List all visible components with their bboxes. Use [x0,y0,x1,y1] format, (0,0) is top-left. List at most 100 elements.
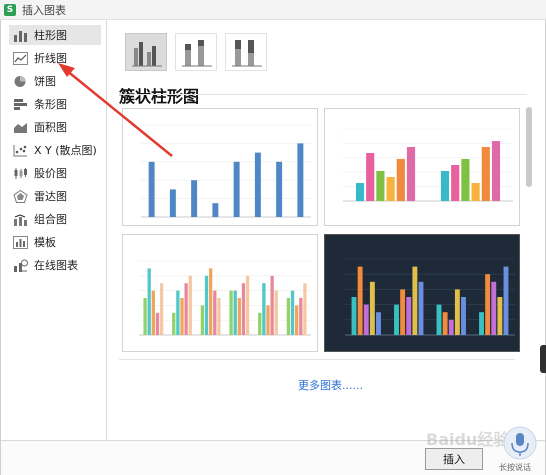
sidebar-item-line[interactable]: 折线图 [9,48,101,68]
sidebar-item-label: 饼图 [34,75,56,88]
subtype-percent-stacked-column[interactable] [225,33,267,71]
sidebar-item-label: 柱形图 [34,29,67,42]
column-chart-icon [14,30,27,42]
bar [400,289,406,335]
bar [233,290,237,335]
bar [254,152,261,217]
bar [479,312,484,335]
bar [286,298,291,335]
chart-thumbnail-4[interactable] [324,234,520,352]
bar-chart-icon [14,98,27,110]
sidebar-item-label: 组合图 [34,213,67,226]
sidebar-item-label: 在线图表 [34,259,78,272]
bar [229,290,233,335]
bar [258,312,262,335]
sidebar-item-radar[interactable]: 雷达图 [9,186,101,206]
sidebar-item-label: 模板 [34,236,56,249]
bar [406,147,416,201]
sidebar-item-column[interactable]: 柱形图 [9,25,101,45]
sidebar-item-area[interactable]: 面积图 [9,117,101,137]
window-title: 插入图表 [22,3,66,17]
app-logo-icon: S [4,3,16,16]
insert-button[interactable]: 插入 [425,448,483,470]
thumbnail-1-chart [141,124,311,218]
bar [412,266,418,335]
more-charts-link[interactable]: 更多图表...... [298,377,363,393]
bar [188,275,192,335]
bar [363,304,369,335]
dialog-footer: 插入 [1,440,545,475]
bar [143,298,147,335]
bar [241,283,246,335]
bar [369,281,375,335]
bar [461,297,466,335]
bar [451,165,460,201]
chart-thumbnail-1[interactable] [122,108,318,226]
bar [266,305,270,335]
bar [176,290,180,335]
bar [212,203,219,217]
bar [503,266,509,335]
bar [169,189,176,217]
bar [471,183,480,201]
sidebar-item-scatter[interactable]: X Y (散点图) [9,140,101,160]
bar [147,268,151,335]
bar [491,281,497,335]
bar [497,297,503,335]
sidebar-item-label: 雷达图 [34,190,67,203]
chart-thumbnail-3[interactable] [122,234,318,352]
bar [200,305,205,335]
chart-gallery [119,107,533,372]
gallery-scrollbar[interactable] [526,107,532,187]
bar [274,290,278,335]
voice-label: 长按说话 [499,463,531,472]
sidebar-item-pie[interactable]: 饼图 [9,71,101,91]
sidebar-item-online[interactable]: 在线图表 [9,255,101,275]
bar [262,283,266,335]
bar [155,312,160,335]
chart-thumbnail-2[interactable] [324,108,520,226]
sidebar-item-label: 条形图 [34,98,67,111]
bar [440,171,450,201]
bar [217,298,221,335]
percent-stacked-column-icon [232,40,262,67]
bar [355,183,365,201]
chart-preview-panel: 簇状柱形图 更多图表...... [108,20,545,440]
bar [481,147,490,201]
subtype-clustered-column[interactable] [125,33,167,71]
edge-tab[interactable] [540,345,546,373]
bar [297,143,304,217]
sidebar-item-combo[interactable]: 组合图 [9,209,101,229]
template-icon [13,235,28,249]
subtype-stacked-column[interactable] [175,33,217,71]
bar [491,141,501,201]
bar [357,266,363,335]
sidebar-item-bar[interactable]: 条形图 [9,94,101,114]
bar [461,159,470,201]
scatter-chart-icon [13,144,27,156]
bar [448,319,454,335]
sidebar-item-label: X Y (散点图) [34,144,97,157]
bar [270,275,274,335]
sidebar-item-label: 股价图 [34,167,67,180]
bar [204,275,209,335]
bar [184,283,188,335]
thumbnail-2-chart [343,128,513,202]
bar [366,153,375,201]
bar [303,283,307,335]
sidebar-item-stock[interactable]: 股价图 [9,163,101,183]
sidebar-item-label: 折线图 [34,52,67,65]
sidebar-item-template[interactable]: 模板 [9,232,101,252]
area-chart-icon [14,122,27,133]
online-chart-icon [14,259,28,272]
bar [394,304,399,335]
bar [245,275,250,335]
pie-chart-icon [14,75,26,87]
bar [436,304,442,335]
bar [418,281,424,335]
section-title: 簇状柱形图 [119,87,200,106]
bar [351,297,357,335]
bar [213,290,217,335]
bar [376,171,385,201]
bar [396,159,405,201]
